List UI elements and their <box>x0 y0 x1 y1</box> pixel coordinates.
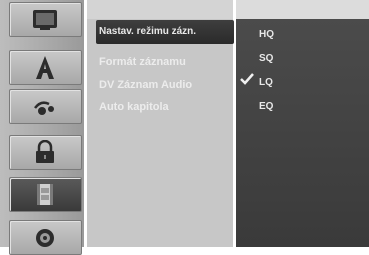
letter-a-icon[interactable] <box>9 50 82 85</box>
options-header-bar <box>236 0 369 19</box>
tv-icon[interactable] <box>9 2 82 37</box>
menu-item-rec-mode[interactable]: Nastav. režimu zázn. <box>99 26 196 37</box>
options-panel: HQ SQ LQ EQ <box>236 19 369 247</box>
menu-item-dv-rec-audio[interactable]: DV Záznam Audio <box>99 79 192 91</box>
lock-icon[interactable] <box>9 135 82 170</box>
check-icon <box>240 73 254 85</box>
option-lq[interactable]: LQ <box>259 77 273 88</box>
settings-menu-column: Nastav. režimu zázn. Formát záznamu DV Z… <box>87 0 234 247</box>
menu-item-rec-format[interactable]: Formát záznamu <box>99 56 186 68</box>
options-column: HQ SQ LQ EQ <box>236 0 369 247</box>
category-icon-column <box>0 0 84 255</box>
film-icon[interactable] <box>9 177 82 212</box>
disc-icon[interactable] <box>9 220 82 255</box>
sound-icon[interactable] <box>9 89 82 124</box>
option-eq[interactable]: EQ <box>259 101 273 112</box>
menu-header-bar <box>87 0 233 19</box>
option-sq[interactable]: SQ <box>259 53 273 64</box>
option-hq[interactable]: HQ <box>259 29 274 40</box>
menu-item-auto-chapter[interactable]: Auto kapitola <box>99 101 169 113</box>
setup-menu-screen: Nastav. režimu zázn. Formát záznamu DV Z… <box>0 0 369 255</box>
